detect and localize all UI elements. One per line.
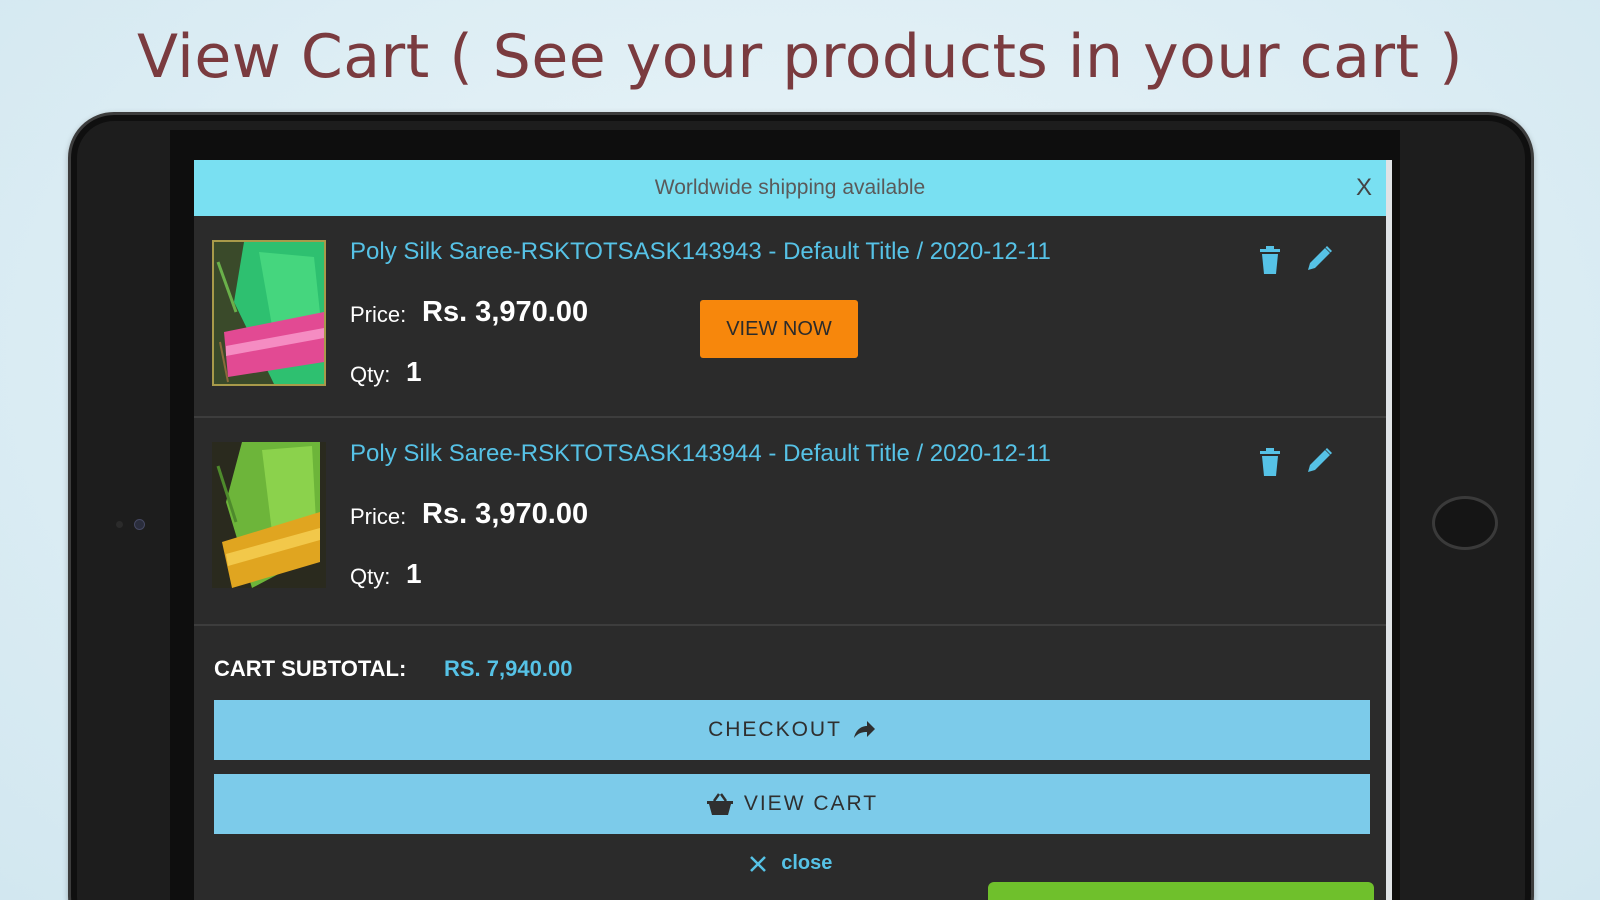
qty-value: 1 bbox=[406, 356, 422, 387]
price-value: Rs. 3,970.00 bbox=[422, 498, 589, 530]
view-now-button[interactable]: VIEW NOW bbox=[700, 300, 858, 358]
close-label: close bbox=[781, 852, 833, 875]
tablet-camera bbox=[116, 518, 152, 530]
qty-value: 1 bbox=[406, 558, 422, 589]
banner-close-button[interactable]: X bbox=[1356, 160, 1372, 216]
share-arrow-icon bbox=[853, 721, 875, 738]
partial-green-button[interactable] bbox=[988, 882, 1374, 900]
subtotal-value: RS. 7,940.00 bbox=[444, 656, 573, 681]
product-thumbnail[interactable] bbox=[212, 442, 326, 588]
close-link[interactable]: close bbox=[194, 852, 1386, 875]
tablet-home-button bbox=[1432, 496, 1498, 550]
page-headline: View Cart ( See your products in your ca… bbox=[136, 22, 1464, 92]
shipping-banner: Worldwide shipping available bbox=[194, 160, 1386, 216]
price-value: Rs. 3,970.00 bbox=[422, 296, 589, 328]
qty-label: Qty: bbox=[350, 564, 391, 589]
product-title-link[interactable]: Poly Silk Saree-RSKTOTSASK143944 - Defau… bbox=[350, 440, 1051, 468]
pencil-icon[interactable] bbox=[1306, 244, 1334, 272]
product-title-link[interactable]: Poly Silk Saree-RSKTOTSASK143943 - Defau… bbox=[350, 238, 1051, 266]
cart-item: Poly Silk Saree-RSKTOTSASK143944 - Defau… bbox=[194, 418, 1386, 624]
qty-label: Qty: bbox=[350, 362, 391, 387]
checkout-label: CHECKOUT bbox=[708, 718, 842, 741]
basket-icon bbox=[706, 793, 733, 815]
banner-text: Worldwide shipping available bbox=[654, 176, 926, 199]
price-label: Price: bbox=[350, 302, 407, 327]
close-x-icon bbox=[749, 855, 766, 872]
trash-icon[interactable] bbox=[1258, 246, 1282, 274]
trash-icon[interactable] bbox=[1258, 448, 1282, 476]
checkout-button[interactable]: CHECKOUT bbox=[214, 700, 1370, 760]
product-thumbnail[interactable] bbox=[212, 240, 326, 386]
view-cart-label: VIEW CART bbox=[743, 792, 879, 815]
subtotal-label: CART SUBTOTAL: bbox=[214, 656, 407, 681]
view-cart-button[interactable]: VIEW CART bbox=[214, 774, 1370, 834]
item-divider bbox=[194, 624, 1386, 626]
cart-popup: Worldwide shipping available X Poly Silk… bbox=[194, 160, 1392, 900]
pencil-icon[interactable] bbox=[1306, 446, 1334, 474]
price-label: Price: bbox=[350, 504, 407, 529]
